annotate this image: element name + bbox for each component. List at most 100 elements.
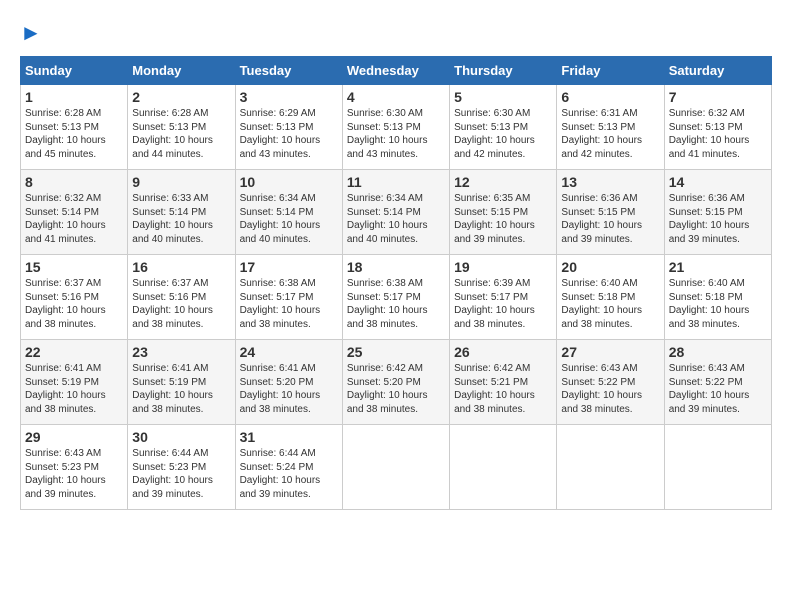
- day-number: 20: [561, 259, 659, 275]
- day-number: 26: [454, 344, 552, 360]
- day-info: Sunrise: 6:33 AMSunset: 5:14 PMDaylight:…: [132, 192, 230, 246]
- calendar-cell: 19 Sunrise: 6:39 AMSunset: 5:17 PMDayligh…: [450, 255, 557, 340]
- day-info: Sunrise: 6:41 AMSunset: 5:19 PMDaylight:…: [25, 362, 123, 416]
- day-number: 7: [669, 89, 767, 105]
- day-number: 25: [347, 344, 445, 360]
- day-number: 5: [454, 89, 552, 105]
- day-number: 13: [561, 174, 659, 190]
- day-info: Sunrise: 6:38 AMSunset: 5:17 PMDaylight:…: [347, 277, 445, 331]
- calendar-cell: [450, 425, 557, 510]
- calendar-cell: 11 Sunrise: 6:34 AMSunset: 5:14 PMDayligh…: [342, 170, 449, 255]
- header-day-wednesday: Wednesday: [342, 57, 449, 85]
- day-number: 31: [240, 429, 338, 445]
- day-info: Sunrise: 6:42 AMSunset: 5:20 PMDaylight:…: [347, 362, 445, 416]
- calendar-cell: 24 Sunrise: 6:41 AMSunset: 5:20 PMDayligh…: [235, 340, 342, 425]
- calendar-cell: [557, 425, 664, 510]
- day-number: 23: [132, 344, 230, 360]
- day-info: Sunrise: 6:34 AMSunset: 5:14 PMDaylight:…: [240, 192, 338, 246]
- day-info: Sunrise: 6:41 AMSunset: 5:20 PMDaylight:…: [240, 362, 338, 416]
- day-info: Sunrise: 6:30 AMSunset: 5:13 PMDaylight:…: [347, 107, 445, 161]
- day-number: 11: [347, 174, 445, 190]
- calendar-cell: 25 Sunrise: 6:42 AMSunset: 5:20 PMDayligh…: [342, 340, 449, 425]
- day-number: 4: [347, 89, 445, 105]
- day-number: 12: [454, 174, 552, 190]
- day-info: Sunrise: 6:44 AMSunset: 5:24 PMDaylight:…: [240, 447, 338, 501]
- calendar-cell: 9 Sunrise: 6:33 AMSunset: 5:14 PMDaylight…: [128, 170, 235, 255]
- day-info: Sunrise: 6:36 AMSunset: 5:15 PMDaylight:…: [561, 192, 659, 246]
- header-day-thursday: Thursday: [450, 57, 557, 85]
- day-info: Sunrise: 6:37 AMSunset: 5:16 PMDaylight:…: [132, 277, 230, 331]
- calendar-cell: [342, 425, 449, 510]
- calendar-cell: 16 Sunrise: 6:37 AMSunset: 5:16 PMDayligh…: [128, 255, 235, 340]
- calendar-cell: 2 Sunrise: 6:28 AMSunset: 5:13 PMDaylight…: [128, 85, 235, 170]
- day-number: 10: [240, 174, 338, 190]
- calendar-cell: 31 Sunrise: 6:44 AMSunset: 5:24 PMDayligh…: [235, 425, 342, 510]
- day-number: 28: [669, 344, 767, 360]
- calendar-cell: 23 Sunrise: 6:41 AMSunset: 5:19 PMDayligh…: [128, 340, 235, 425]
- calendar-week-row: 22 Sunrise: 6:41 AMSunset: 5:19 PMDayligh…: [21, 340, 772, 425]
- calendar-cell: 4 Sunrise: 6:30 AMSunset: 5:13 PMDaylight…: [342, 85, 449, 170]
- day-number: 30: [132, 429, 230, 445]
- day-info: Sunrise: 6:41 AMSunset: 5:19 PMDaylight:…: [132, 362, 230, 416]
- calendar-cell: 10 Sunrise: 6:34 AMSunset: 5:14 PMDayligh…: [235, 170, 342, 255]
- logo: ►: [20, 20, 42, 46]
- day-number: 27: [561, 344, 659, 360]
- calendar-cell: [664, 425, 771, 510]
- day-info: Sunrise: 6:43 AMSunset: 5:23 PMDaylight:…: [25, 447, 123, 501]
- calendar-cell: 21Sunrise: 6:40 AMSunset: 5:18 PMDayligh…: [664, 255, 771, 340]
- day-info: Sunrise: 6:38 AMSunset: 5:17 PMDaylight:…: [240, 277, 338, 331]
- day-info: Sunrise: 6:39 AMSunset: 5:17 PMDaylight:…: [454, 277, 552, 331]
- calendar-week-row: 1 Sunrise: 6:28 AMSunset: 5:13 PMDaylight…: [21, 85, 772, 170]
- day-number: 9: [132, 174, 230, 190]
- day-info: Sunrise: 6:43 AMSunset: 5:22 PMDaylight:…: [669, 362, 767, 416]
- header-day-saturday: Saturday: [664, 57, 771, 85]
- day-info: Sunrise: 6:29 AMSunset: 5:13 PMDaylight:…: [240, 107, 338, 161]
- day-info: Sunrise: 6:37 AMSunset: 5:16 PMDaylight:…: [25, 277, 123, 331]
- calendar-cell: 6 Sunrise: 6:31 AMSunset: 5:13 PMDaylight…: [557, 85, 664, 170]
- header-day-tuesday: Tuesday: [235, 57, 342, 85]
- day-number: 22: [25, 344, 123, 360]
- day-info: Sunrise: 6:43 AMSunset: 5:22 PMDaylight:…: [561, 362, 659, 416]
- day-number: 24: [240, 344, 338, 360]
- day-number: 15: [25, 259, 123, 275]
- calendar-cell: 28 Sunrise: 6:43 AMSunset: 5:22 PMDayligh…: [664, 340, 771, 425]
- day-info: Sunrise: 6:31 AMSunset: 5:13 PMDaylight:…: [561, 107, 659, 161]
- day-number: 18: [347, 259, 445, 275]
- day-number: 16: [132, 259, 230, 275]
- day-number: 3: [240, 89, 338, 105]
- calendar-cell: 30 Sunrise: 6:44 AMSunset: 5:23 PMDayligh…: [128, 425, 235, 510]
- calendar-week-row: 29 Sunrise: 6:43 AMSunset: 5:23 PMDayligh…: [21, 425, 772, 510]
- calendar-cell: 20 Sunrise: 6:40 AMSunset: 5:18 PMDayligh…: [557, 255, 664, 340]
- day-info: Sunrise: 6:42 AMSunset: 5:21 PMDaylight:…: [454, 362, 552, 416]
- day-info: Sunrise: 6:40 AMSunset: 5:18 PMDaylight:…: [561, 277, 659, 331]
- day-info: Sunrise: 6:28 AMSunset: 5:13 PMDaylight:…: [25, 107, 123, 161]
- day-number: 6: [561, 89, 659, 105]
- day-info: Sunrise: 6:36 AMSunset: 5:15 PMDaylight:…: [669, 192, 767, 246]
- day-number: 2: [132, 89, 230, 105]
- header: ►: [20, 20, 772, 46]
- calendar-cell: 13 Sunrise: 6:36 AMSunset: 5:15 PMDayligh…: [557, 170, 664, 255]
- day-number: 1: [25, 89, 123, 105]
- calendar-cell: 1 Sunrise: 6:28 AMSunset: 5:13 PMDaylight…: [21, 85, 128, 170]
- calendar-cell: 29 Sunrise: 6:43 AMSunset: 5:23 PMDayligh…: [21, 425, 128, 510]
- calendar-cell: 17 Sunrise: 6:38 AMSunset: 5:17 PMDayligh…: [235, 255, 342, 340]
- header-day-sunday: Sunday: [21, 57, 128, 85]
- day-number: 21: [669, 259, 767, 275]
- day-info: Sunrise: 6:32 AMSunset: 5:13 PMDaylight:…: [669, 107, 767, 161]
- day-info: Sunrise: 6:44 AMSunset: 5:23 PMDaylight:…: [132, 447, 230, 501]
- day-number: 17: [240, 259, 338, 275]
- day-number: 19: [454, 259, 552, 275]
- calendar-cell: 8Sunrise: 6:32 AMSunset: 5:14 PMDaylight…: [21, 170, 128, 255]
- calendar-cell: 27 Sunrise: 6:43 AMSunset: 5:22 PMDayligh…: [557, 340, 664, 425]
- calendar-week-row: 15 Sunrise: 6:37 AMSunset: 5:16 PMDayligh…: [21, 255, 772, 340]
- calendar-cell: 7 Sunrise: 6:32 AMSunset: 5:13 PMDaylight…: [664, 85, 771, 170]
- day-info: Sunrise: 6:28 AMSunset: 5:13 PMDaylight:…: [132, 107, 230, 161]
- header-day-friday: Friday: [557, 57, 664, 85]
- days-header-row: SundayMondayTuesdayWednesdayThursdayFrid…: [21, 57, 772, 85]
- day-number: 29: [25, 429, 123, 445]
- calendar-cell: 12Sunrise: 6:35 AMSunset: 5:15 PMDayligh…: [450, 170, 557, 255]
- calendar-cell: 26 Sunrise: 6:42 AMSunset: 5:21 PMDayligh…: [450, 340, 557, 425]
- calendar-cell: 14Sunrise: 6:36 AMSunset: 5:15 PMDayligh…: [664, 170, 771, 255]
- day-info: Sunrise: 6:34 AMSunset: 5:14 PMDaylight:…: [347, 192, 445, 246]
- day-info: Sunrise: 6:32 AMSunset: 5:14 PMDaylight:…: [25, 192, 123, 246]
